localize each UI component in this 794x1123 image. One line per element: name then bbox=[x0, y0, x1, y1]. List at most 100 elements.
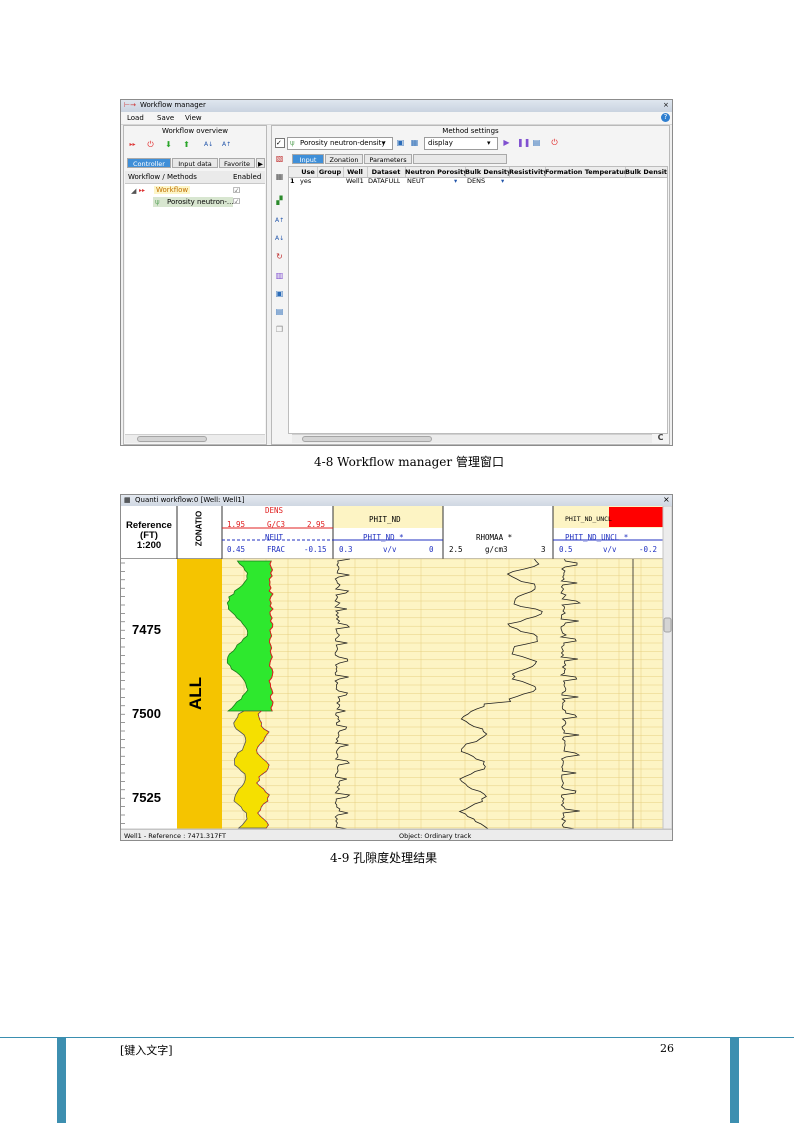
track3-curve: RHOMAA * bbox=[476, 533, 513, 542]
vertical-tool-icon-4[interactable]: ▥ bbox=[275, 271, 284, 280]
dens-name: DENS bbox=[265, 506, 284, 515]
stop-icon[interactable]: ⏻ bbox=[146, 140, 155, 149]
vertical-tool-icon-5[interactable]: ▣ bbox=[275, 289, 284, 298]
checkbox-workflow[interactable]: ☑ bbox=[233, 186, 240, 195]
footer-left-bar bbox=[57, 1038, 66, 1123]
step-icon[interactable]: ▤ bbox=[532, 138, 541, 147]
dens-min: 1.95 bbox=[227, 520, 246, 529]
checkbox-porosity[interactable]: ☑ bbox=[233, 197, 240, 206]
dens-unit: G/C3 bbox=[267, 520, 286, 529]
move-down-icon[interactable]: ⬇ bbox=[164, 140, 173, 149]
menu-save[interactable]: Save bbox=[157, 114, 174, 122]
workflow-icon: ▸▸ bbox=[139, 187, 146, 194]
vertical-tool-icon-1[interactable]: ▧ bbox=[275, 154, 284, 163]
title-bar: ⊢→ Workflow manager × bbox=[121, 100, 672, 112]
tree-item-workflow[interactable]: Workflow bbox=[154, 186, 191, 194]
window-title: Workflow manager bbox=[140, 101, 206, 109]
right-scroll-thumb[interactable] bbox=[302, 436, 432, 442]
overview-label: Workflow overview bbox=[161, 127, 229, 135]
reference-scale: 1:200 bbox=[136, 540, 162, 551]
vertical-tool-icon-6[interactable]: ▤ bbox=[275, 307, 284, 316]
sort-za-icon[interactable]: A↑ bbox=[222, 140, 231, 149]
grid-header-well[interactable]: Well bbox=[343, 167, 368, 177]
cell-neutron[interactable]: NEUT bbox=[407, 177, 425, 186]
tab-parameters[interactable]: Parameters bbox=[364, 154, 412, 164]
tree-view: ◢ ▸▸ Workflow ☑ ψ Porosity neutron-... ☑ bbox=[125, 184, 265, 434]
corner-icon[interactable]: C bbox=[656, 433, 665, 442]
track2-title: PHIT_ND bbox=[369, 515, 401, 524]
reference-header: Reference (FT) 1:200 bbox=[123, 521, 175, 551]
tree-item-porosity[interactable]: Porosity neutron-... bbox=[167, 198, 234, 206]
play-icon[interactable]: ▶ bbox=[502, 138, 511, 147]
run-icon[interactable]: ▸▸ bbox=[128, 140, 137, 149]
tab-input[interactable]: Input bbox=[292, 154, 324, 164]
dens-max: 2.95 bbox=[307, 520, 326, 529]
footer-rule bbox=[0, 1037, 794, 1038]
move-up-icon[interactable]: ⬆ bbox=[182, 140, 191, 149]
tab-input-data[interactable]: Input data bbox=[172, 158, 218, 168]
track3-min: 2.5 bbox=[449, 545, 463, 554]
expand-icon[interactable]: ◢ bbox=[131, 187, 136, 195]
chevron-down-icon[interactable]: ▾ bbox=[454, 177, 457, 186]
menu-bar: Load Save View ? bbox=[121, 112, 672, 125]
sort-az-icon[interactable]: A↓ bbox=[275, 234, 284, 243]
vertical-tool-icon-2[interactable]: ▦ bbox=[275, 172, 284, 181]
menu-load[interactable]: Load bbox=[127, 114, 144, 122]
tab-controller[interactable]: Controller bbox=[127, 158, 171, 168]
footer-right-bar bbox=[730, 1038, 739, 1123]
copy-icon[interactable]: ❐ bbox=[275, 325, 284, 334]
neut-name: NEUT bbox=[265, 533, 284, 542]
figure-caption-1: 4-8 Workflow manager 管理窗口 bbox=[314, 455, 504, 469]
tab-zonation[interactable]: Zonation bbox=[325, 154, 363, 164]
display-settings-icon[interactable]: ▦ bbox=[410, 138, 419, 147]
method-combo[interactable]: ψ Porosity neutron-density ▾ bbox=[287, 137, 393, 150]
pause-icon[interactable]: ❚❚ bbox=[517, 138, 530, 147]
depth-label-7475: 7475 bbox=[132, 622, 161, 637]
right-horizontal-scrollbar[interactable] bbox=[292, 434, 652, 443]
track-bg-2 bbox=[443, 559, 553, 829]
close-button[interactable]: × bbox=[663, 495, 670, 504]
sort-az-icon[interactable]: A↓ bbox=[204, 140, 213, 149]
workflow-manager-screenshot: ⊢→ Workflow manager × Load Save View ? W… bbox=[120, 99, 673, 446]
tab-scroll-right[interactable]: ▶ bbox=[256, 158, 265, 168]
grid-header-group[interactable]: Group bbox=[317, 167, 344, 177]
cell-bulk[interactable]: DENS bbox=[467, 177, 485, 186]
app-icon: ⊢→ bbox=[124, 101, 136, 109]
grid-header-bulk2[interactable]: Bulk Densit bbox=[625, 167, 667, 177]
cell-well[interactable]: Well1 bbox=[346, 177, 364, 186]
cell-use[interactable]: yes bbox=[300, 177, 311, 186]
status-reference: Well1 - Reference : 7471.317FT bbox=[124, 832, 226, 840]
grid-header-dataset[interactable]: Dataset bbox=[367, 167, 406, 177]
neut-min: 0.45 bbox=[227, 545, 246, 554]
menu-view[interactable]: View bbox=[185, 114, 202, 122]
cell-dataset[interactable]: DATAFULL bbox=[368, 177, 400, 186]
method-combo-icon: ψ bbox=[290, 139, 295, 147]
reference-track-bg bbox=[121, 559, 177, 829]
depth-label-7500: 7500 bbox=[132, 706, 161, 721]
track4-title: PHIT_ND_UNCL bbox=[565, 515, 612, 523]
method-checkbox[interactable]: ✓ bbox=[275, 138, 285, 148]
row-index: 1 bbox=[290, 177, 295, 185]
grid-header-neutron[interactable]: Neutron Porosity bbox=[405, 167, 466, 177]
refresh-icon[interactable]: ↻ bbox=[275, 252, 284, 261]
left-horizontal-scrollbar[interactable] bbox=[125, 434, 265, 443]
display-combo[interactable]: display ▾ bbox=[424, 137, 498, 150]
grid-header-bulk[interactable]: Bulk Density bbox=[465, 167, 510, 177]
stop-icon[interactable]: ⏻ bbox=[550, 138, 559, 147]
figure-caption-2: 4-9 孔隙度处理结果 bbox=[330, 851, 438, 865]
status-object: Object: Ordinary track bbox=[399, 832, 472, 840]
grid-header-use[interactable]: Use bbox=[299, 167, 318, 177]
left-scroll-thumb[interactable] bbox=[137, 436, 207, 442]
save-icon[interactable]: ▣ bbox=[396, 138, 405, 147]
grid-header-temperature[interactable]: Formation Temperature bbox=[545, 167, 626, 177]
grid-row[interactable]: 1 yes Well1 DATAFULL NEUT ▾ DENS ▾ bbox=[289, 177, 667, 186]
close-button[interactable]: × bbox=[663, 101, 669, 109]
grid-header-resistivity[interactable]: Resistivity bbox=[509, 167, 546, 177]
zonation-header: ZONATIO bbox=[193, 504, 205, 558]
chevron-down-icon[interactable]: ▾ bbox=[501, 177, 504, 186]
chevron-down-icon: ▾ bbox=[487, 139, 491, 147]
sort-za-icon[interactable]: A↑ bbox=[275, 216, 284, 225]
help-icon[interactable]: ? bbox=[661, 113, 670, 122]
vertical-tool-icon-3[interactable]: ▞ bbox=[275, 196, 284, 205]
tab-favorite[interactable]: Favorite bbox=[219, 158, 255, 168]
